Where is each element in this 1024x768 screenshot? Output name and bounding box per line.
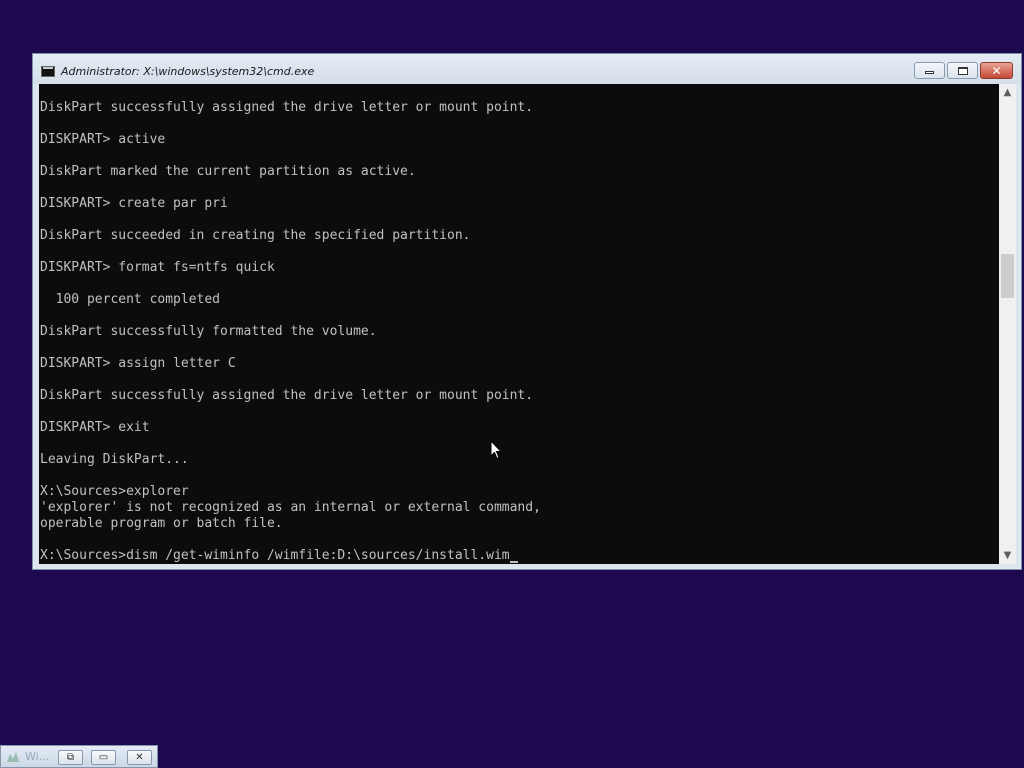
console-output[interactable]: DiskPart successfully assigned the drive… bbox=[39, 84, 999, 564]
text-cursor bbox=[509, 561, 518, 563]
close-icon-small: ✕ bbox=[135, 752, 144, 763]
desktop: Administrator: X:\windows\system32\cmd.e… bbox=[0, 0, 1024, 768]
console-line: DISKPART> format fs=ntfs quick bbox=[40, 260, 275, 275]
console-line: Leaving DiskPart... bbox=[40, 452, 189, 467]
console-line: DISKPART> active bbox=[40, 132, 166, 147]
window-title: Administrator: X:\windows\system32\cmd.e… bbox=[61, 65, 315, 78]
maximize-button[interactable] bbox=[947, 62, 978, 79]
restore-icon: ⧉ bbox=[66, 752, 75, 763]
console-line: 'explorer' is not recognized as an inter… bbox=[40, 500, 541, 515]
console-line: DISKPART> exit bbox=[40, 420, 150, 435]
minimize-button[interactable] bbox=[914, 62, 945, 79]
console-line: DiskPart marked the current partition as… bbox=[40, 164, 416, 179]
maximize-button-small[interactable]: ▭ bbox=[91, 750, 116, 765]
title-bar[interactable]: Administrator: X:\windows\system32\cmd.e… bbox=[33, 54, 1021, 84]
console-line: DiskPart successfully formatted the volu… bbox=[40, 324, 377, 339]
close-button-small[interactable]: ✕ bbox=[127, 750, 152, 765]
restore-button[interactable]: ⧉ bbox=[58, 750, 83, 765]
minimized-setup-window[interactable]: Wi... ⧉ ▭ ✕ bbox=[0, 745, 158, 768]
maximize-icon-small: ▭ bbox=[98, 752, 109, 763]
minimize-icon bbox=[925, 71, 934, 74]
console-line: DiskPart successfully assigned the drive… bbox=[40, 388, 534, 403]
console-lines: DiskPart successfully assigned the drive… bbox=[40, 100, 541, 564]
vertical-scrollbar[interactable]: ▲ ▼ bbox=[999, 84, 1016, 564]
console-line: DiskPart successfully assigned the drive… bbox=[40, 100, 534, 115]
cmd-window[interactable]: Administrator: X:\windows\system32\cmd.e… bbox=[32, 53, 1022, 570]
close-icon: ✕ bbox=[991, 63, 1002, 78]
console-line: X:\Sources>dism /get-wiminfo /wimfile:D:… bbox=[40, 548, 541, 564]
scroll-thumb[interactable] bbox=[1001, 253, 1014, 298]
scroll-down-arrow-icon[interactable]: ▼ bbox=[999, 547, 1016, 564]
console-line: DISKPART> assign letter C bbox=[40, 356, 236, 371]
setup-icon bbox=[7, 752, 19, 762]
console-line: operable program or batch file. bbox=[40, 516, 283, 531]
maximize-icon bbox=[957, 66, 968, 75]
console-line: X:\Sources>explorer bbox=[40, 484, 189, 499]
console-line: 100 percent completed bbox=[40, 292, 221, 307]
minimized-window-title: Wi... bbox=[25, 750, 50, 763]
mouse-pointer-icon bbox=[490, 440, 502, 460]
console-line: DiskPart succeeded in creating the speci… bbox=[40, 228, 471, 243]
cmd-icon bbox=[41, 66, 55, 77]
close-button[interactable]: ✕ bbox=[980, 62, 1013, 79]
console-line: DISKPART> create par pri bbox=[40, 196, 228, 211]
scroll-up-arrow-icon[interactable]: ▲ bbox=[999, 84, 1016, 101]
